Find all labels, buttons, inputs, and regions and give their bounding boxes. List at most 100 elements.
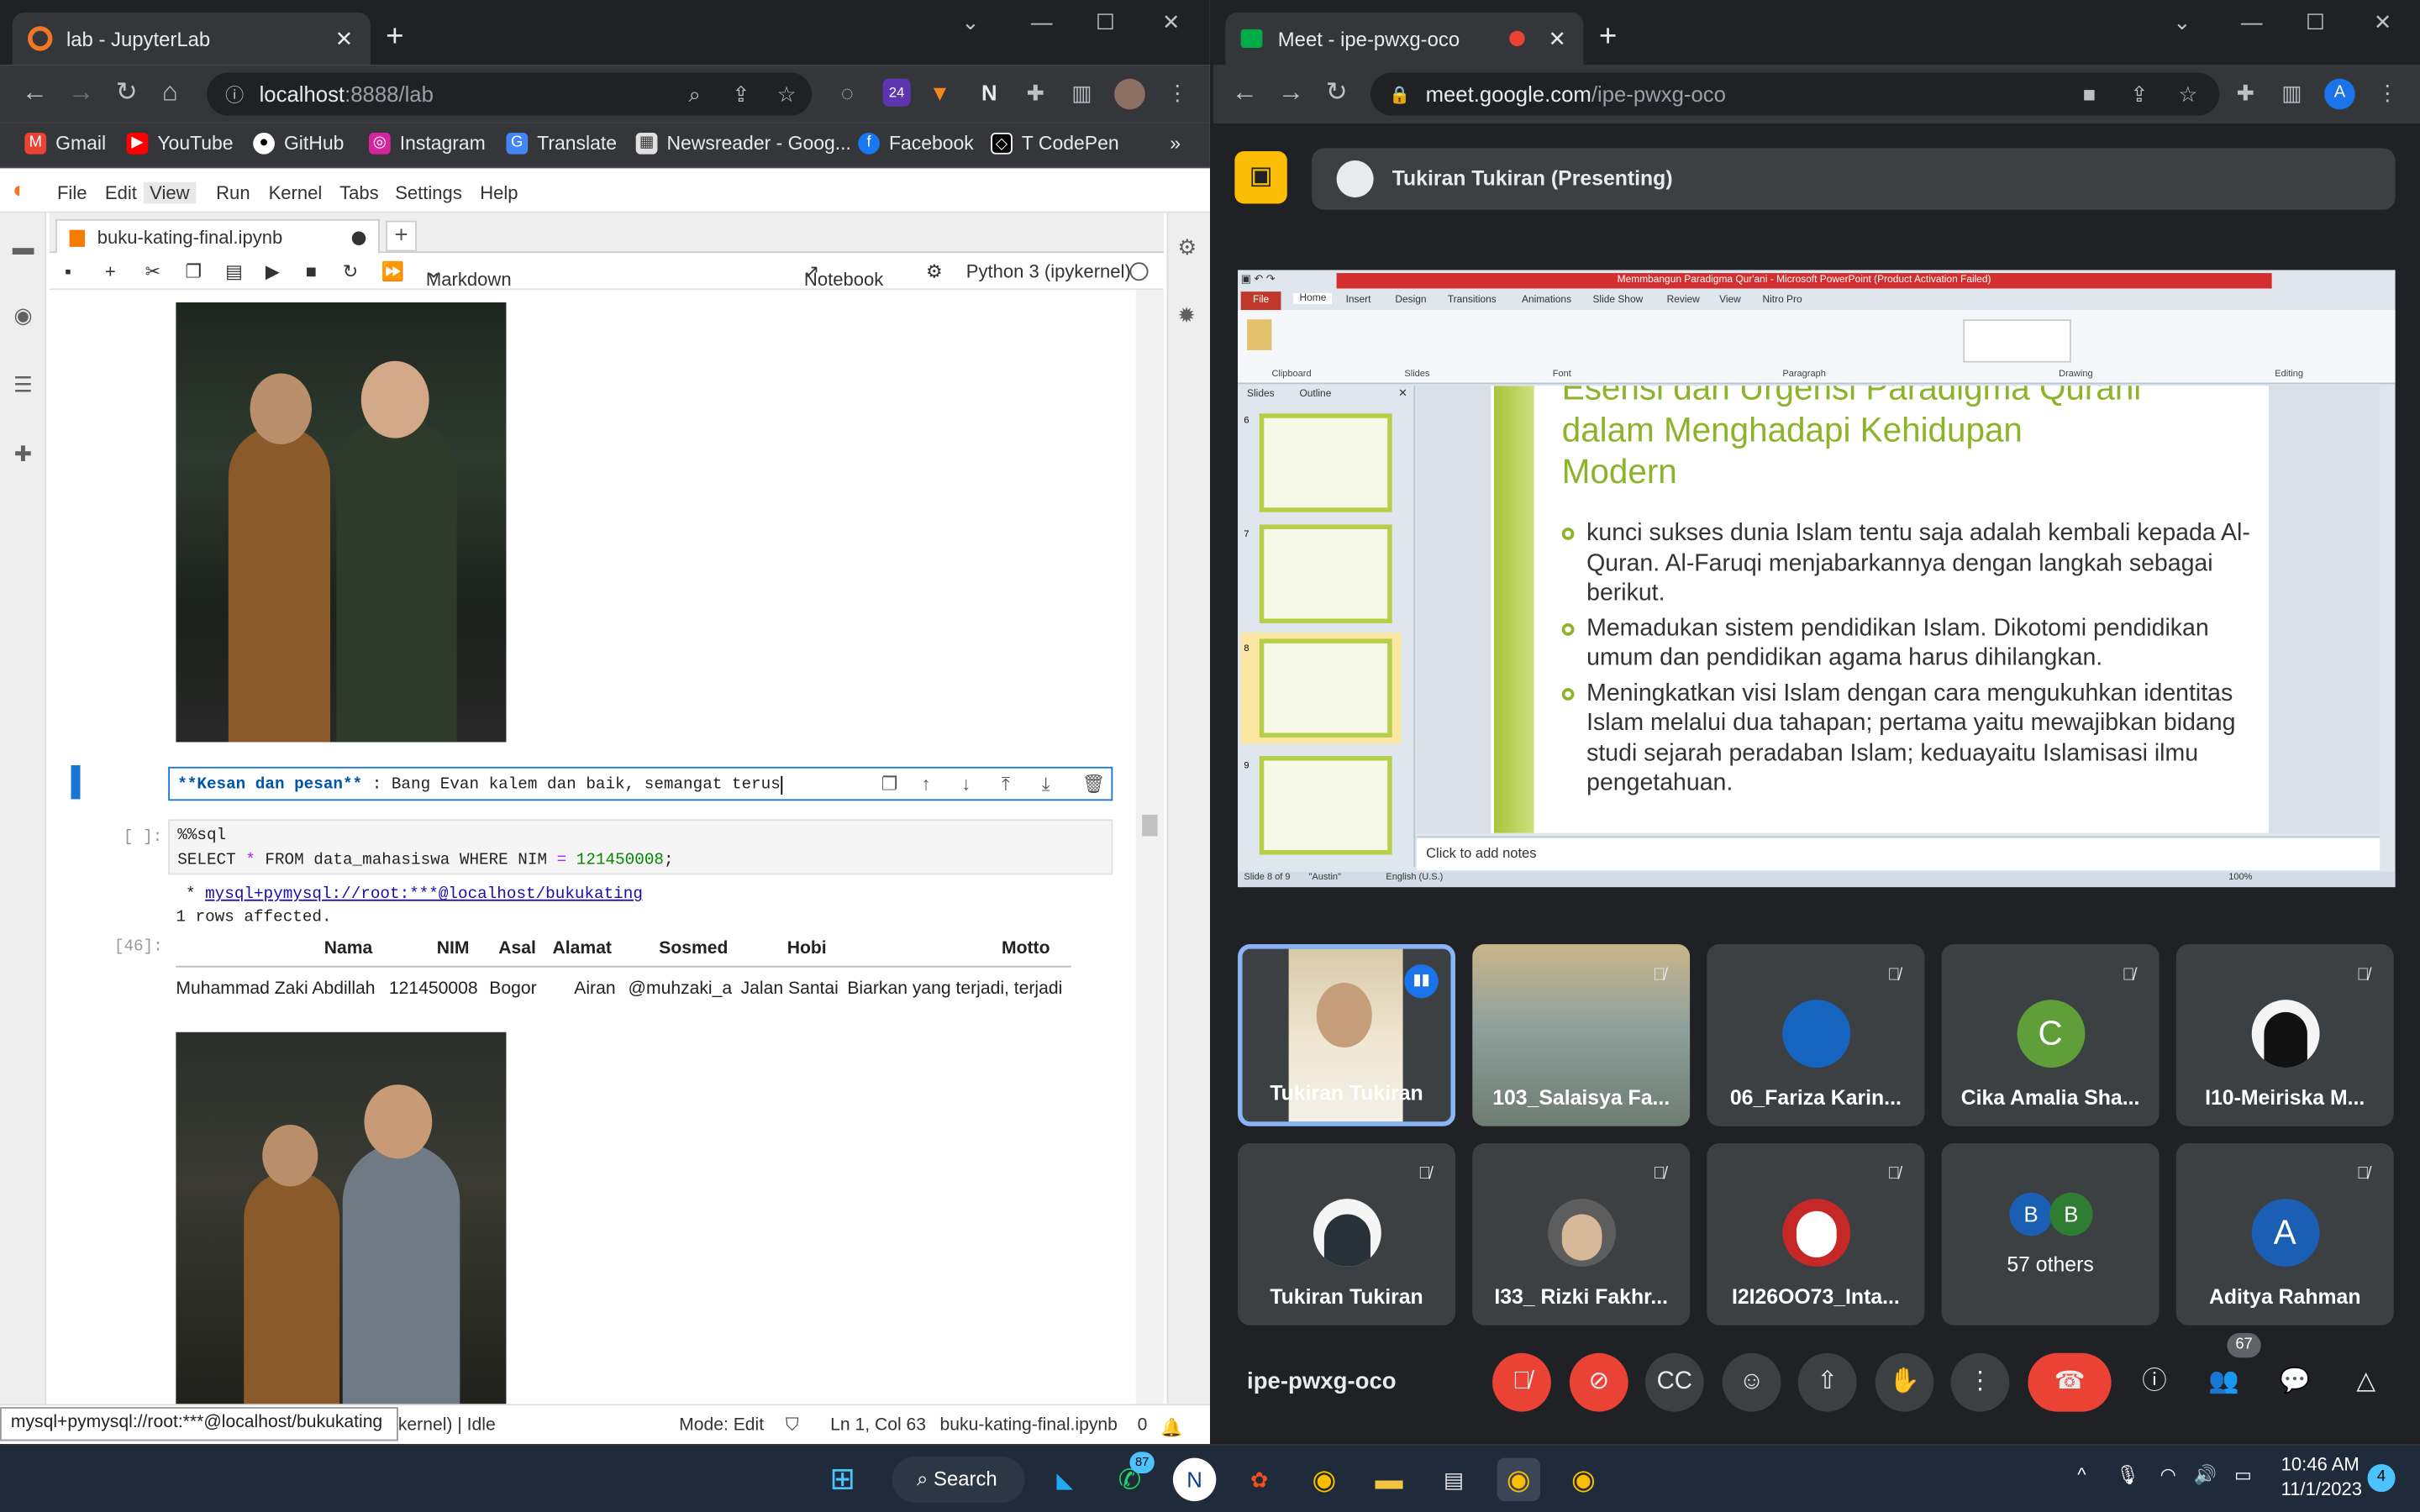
move-up-icon[interactable]: ↑ bbox=[922, 773, 931, 795]
bookmark-facebook[interactable]: f Facebook bbox=[858, 132, 974, 155]
tile-inta[interactable]: 🎙̸ I2I26OO73_Inta... bbox=[1707, 1142, 1925, 1326]
emoji-button[interactable]: ☺ bbox=[1722, 1352, 1781, 1412]
unsaved-dot-icon[interactable] bbox=[351, 230, 366, 245]
tab-search-icon[interactable]: ⌄ bbox=[2173, 9, 2191, 35]
meeting-info-button[interactable]: ⓘ bbox=[2125, 1353, 2184, 1412]
clock-date[interactable]: 11/1/2023 bbox=[2281, 1478, 2362, 1500]
sidepanel-icon[interactable]: ▥ bbox=[2278, 79, 2306, 107]
present-button[interactable]: ⇧ bbox=[1797, 1352, 1857, 1412]
notion-icon[interactable]: N bbox=[976, 79, 1003, 107]
mic-toggle-button[interactable]: 🎙̸ bbox=[1492, 1352, 1551, 1412]
notification-badge[interactable]: 4 bbox=[2367, 1464, 2396, 1493]
reload-icon[interactable]: ↻ bbox=[1326, 78, 1348, 107]
ribbon-design[interactable]: Design bbox=[1395, 295, 1426, 306]
menu-edit[interactable]: Edit bbox=[105, 182, 137, 204]
extension-badge-icon[interactable]: 24 bbox=[882, 78, 911, 107]
close-window-icon[interactable]: ✕ bbox=[1162, 9, 1181, 35]
stop-kernel-icon[interactable]: ■ bbox=[306, 260, 317, 282]
open-notebook-link[interactable]: Notebook ↗ bbox=[804, 260, 883, 290]
bookmark-instagram[interactable]: ◎ Instagram bbox=[368, 132, 486, 155]
tab-jupyterlab[interactable]: lab - JupyterLab ✕ bbox=[12, 12, 371, 66]
activities-button[interactable]: △ bbox=[2337, 1353, 2396, 1412]
tile-tukiran-2[interactable]: 🎙̸ Tukiran Tukiran bbox=[1238, 1142, 1456, 1326]
close-tab-icon[interactable]: ✕ bbox=[1546, 25, 1568, 51]
extension-icon[interactable]: ◌ bbox=[834, 79, 861, 107]
battery-icon[interactable]: ▭ bbox=[2234, 1464, 2252, 1486]
puzzle-icon[interactable]: ✚ bbox=[2232, 79, 2260, 107]
cut-icon[interactable]: ✂ bbox=[145, 260, 160, 282]
clock-time[interactable]: 10:46 AM bbox=[2281, 1453, 2360, 1475]
bookmark-github[interactable]: ● GitHub bbox=[253, 132, 344, 155]
tile-cika[interactable]: C 🎙̸ Cika Amalia Sha... bbox=[1941, 944, 2160, 1126]
running-icon[interactable]: ◉ bbox=[11, 302, 35, 327]
tile-salaisya[interactable]: 🎙̸ 103_Salaisya Fa... bbox=[1472, 944, 1691, 1126]
menu-kebab-icon[interactable]: ⋮ bbox=[1164, 79, 1192, 107]
tile-meiriska[interactable]: 🎙̸ I10-Meiriska M... bbox=[2175, 944, 2394, 1126]
file-explorer-icon[interactable]: ▬ bbox=[1367, 1458, 1410, 1501]
insert-above-icon[interactable]: ⤒ bbox=[1002, 773, 1010, 796]
tab-meet[interactable]: Meet - ipe-pwxg-oco ✕ bbox=[1225, 12, 1584, 66]
camera-icon[interactable]: ■ bbox=[2083, 81, 2096, 106]
back-icon[interactable]: ← bbox=[22, 78, 48, 107]
copy-icon[interactable]: ❐ bbox=[185, 260, 202, 282]
extensions-icon[interactable]: ✚ bbox=[11, 441, 35, 465]
slide-thumb-9[interactable] bbox=[1259, 755, 1392, 855]
figma-icon[interactable]: ✿ bbox=[1238, 1458, 1281, 1501]
address-bar[interactable]: 🔒 meet.google.com/ipe-pwxg-oco ■ ⇪ ☆ bbox=[1370, 72, 2220, 116]
ribbon-view[interactable]: View bbox=[1719, 295, 1741, 306]
people-button[interactable]: 👥 bbox=[2195, 1353, 2254, 1412]
tab-notebook[interactable]: buku-kating-final.ipynb bbox=[55, 218, 380, 255]
slide-thumb-7[interactable] bbox=[1259, 524, 1392, 624]
ribbon-file[interactable]: File bbox=[1240, 291, 1281, 311]
share-icon[interactable]: ⇪ bbox=[2130, 81, 2149, 107]
tab-search-icon[interactable]: ⌄ bbox=[961, 9, 980, 35]
app-icon-n[interactable]: N bbox=[1172, 1457, 1217, 1502]
start-button[interactable]: ⊞ bbox=[821, 1458, 864, 1501]
paste-icon[interactable] bbox=[1247, 319, 1272, 350]
minimize-icon[interactable]: — bbox=[1031, 9, 1053, 34]
panel-tab-slides[interactable]: Slides bbox=[1247, 389, 1275, 400]
restart-run-all-icon[interactable]: ⏩ bbox=[381, 260, 404, 282]
notebook-scrollbar[interactable] bbox=[1135, 290, 1164, 1404]
bookmark-star-icon[interactable]: ☆ bbox=[777, 81, 797, 107]
files-icon[interactable]: ▤ bbox=[1432, 1458, 1475, 1501]
ribbon-slideshow[interactable]: Slide Show bbox=[1592, 295, 1643, 306]
ribbon-home[interactable]: Home bbox=[1293, 292, 1333, 304]
insert-cell-icon[interactable]: + bbox=[105, 260, 116, 282]
minimize-icon[interactable]: — bbox=[2241, 9, 2263, 34]
panel-close-icon[interactable]: ✕ bbox=[1398, 387, 1407, 400]
scroll-thumb[interactable] bbox=[1142, 814, 1158, 837]
slide-thumb-8[interactable] bbox=[1259, 638, 1392, 738]
menu-run[interactable]: Run bbox=[216, 182, 250, 204]
ribbon-transitions[interactable]: Transitions bbox=[1448, 295, 1497, 306]
reload-icon[interactable]: ↻ bbox=[116, 78, 138, 107]
forward-icon[interactable]: → bbox=[1278, 78, 1304, 107]
share-icon[interactable]: ⇪ bbox=[732, 81, 750, 107]
save-icon[interactable]: ▪ bbox=[65, 260, 71, 282]
menu-kebab-icon[interactable]: ⋮ bbox=[2374, 79, 2402, 107]
debugger-icon[interactable]: ✹ bbox=[1177, 302, 1196, 328]
restart-kernel-icon[interactable]: ↻ bbox=[343, 260, 358, 282]
move-down-icon[interactable]: ↓ bbox=[961, 773, 971, 795]
bookmark-youtube[interactable]: ▶ YouTube bbox=[126, 132, 234, 155]
zoom-icon[interactable]: ⌕ bbox=[688, 81, 700, 107]
menu-help[interactable]: Help bbox=[480, 182, 518, 204]
tile-tukiran-video[interactable]: ▮▮ Tukiran Tukiran bbox=[1238, 944, 1456, 1126]
run-cell-icon[interactable]: ▶ bbox=[266, 260, 280, 282]
forward-icon[interactable]: → bbox=[68, 78, 94, 107]
chrome-icon[interactable]: ◉ bbox=[1302, 1458, 1345, 1501]
slide-page[interactable]: Esensi dan Urgensi Paradigma Qurani dala… bbox=[1491, 386, 2269, 833]
metamask-icon[interactable]: ▼ bbox=[926, 79, 954, 107]
menu-tabs[interactable]: Tabs bbox=[339, 182, 379, 204]
wifi-icon[interactable]: ◠ bbox=[2160, 1464, 2176, 1486]
code-cell[interactable]: %%sql SELECT * FROM data_mahasiswa WHERE… bbox=[168, 819, 1113, 875]
close-tab-icon[interactable]: ✕ bbox=[334, 25, 355, 51]
kernel-settings-icon[interactable]: ⚙ bbox=[926, 260, 943, 282]
more-options-button[interactable]: ⋮ bbox=[1950, 1352, 2010, 1412]
connection-link[interactable]: mysql+pymysql://root:***@localhost/bukuk… bbox=[205, 885, 643, 904]
tile-fariza[interactable]: 🎙̸ 06_Fariza Karin... bbox=[1707, 944, 1925, 1126]
ribbon-review[interactable]: Review bbox=[1667, 295, 1700, 306]
bookmark-star-icon[interactable]: ☆ bbox=[2178, 81, 2197, 107]
menu-view[interactable]: View bbox=[143, 181, 196, 204]
bookmark-codepen[interactable]: ◇ T CodePen bbox=[991, 132, 1119, 155]
